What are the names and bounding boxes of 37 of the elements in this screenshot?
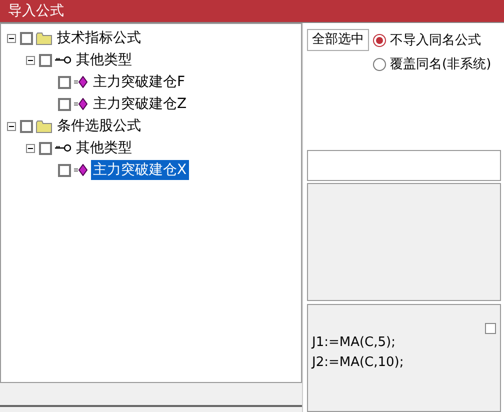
folder-icon	[36, 120, 52, 132]
radio-label: 覆盖同名(非系统)	[390, 56, 492, 74]
checkbox[interactable]	[58, 164, 71, 176]
checkbox[interactable]	[39, 54, 52, 66]
code-line: J1:=MA(C,5);	[312, 334, 396, 352]
expander-icon[interactable]	[7, 122, 16, 130]
radio-label: 不导入同名公式	[390, 32, 481, 50]
code-line: J2:=MA(C,10);	[312, 354, 405, 372]
window-title: 导入公式	[8, 2, 64, 20]
key-icon	[55, 56, 71, 64]
radio-option[interactable]: 覆盖同名(非系统)	[373, 54, 492, 74]
checkbox[interactable]	[58, 98, 71, 110]
expander-icon[interactable]	[7, 34, 16, 42]
checkbox[interactable]	[20, 120, 33, 132]
tree-item[interactable]: 其他类型	[74, 138, 134, 158]
radio-button[interactable]	[373, 58, 386, 71]
checkbox[interactable]	[485, 323, 496, 334]
diamond-icon	[74, 76, 88, 88]
checkbox[interactable]	[58, 76, 71, 88]
radio-button[interactable]	[373, 34, 386, 48]
checkbox[interactable]	[39, 142, 52, 154]
tree-item[interactable]: 其他类型	[74, 50, 134, 70]
diamond-icon	[74, 98, 88, 110]
radio-option[interactable]: 不导入同名公式	[373, 31, 492, 50]
tree-item[interactable]: 条件选股公式	[55, 116, 143, 136]
tree-item[interactable]: 主力突破建仓Z	[91, 94, 189, 114]
select-all-button[interactable]: 全部选中	[307, 29, 369, 51]
folder-icon	[36, 32, 52, 44]
tree-item[interactable]: 主力突破建仓X	[91, 160, 189, 180]
tree-item[interactable]: 技术指标公式	[55, 28, 143, 48]
input-field[interactable]	[307, 150, 501, 181]
checkbox[interactable]	[20, 32, 33, 44]
tree-item[interactable]: 主力突破建仓F	[91, 72, 188, 92]
expander-icon[interactable]	[26, 144, 35, 152]
diamond-icon	[74, 164, 88, 176]
key-icon	[55, 144, 71, 152]
expander-icon[interactable]	[26, 56, 35, 64]
